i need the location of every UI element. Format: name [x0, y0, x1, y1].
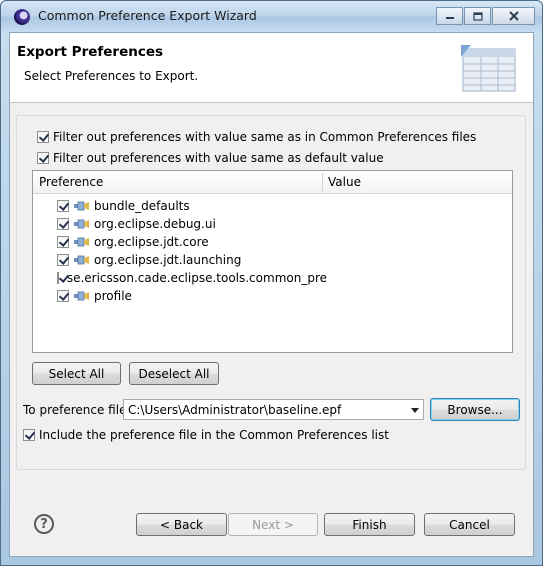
select-all-button[interactable]: Select All [32, 362, 121, 385]
plugin-icon [63, 277, 64, 279]
filter-default-option[interactable]: Filter out preferences with value same a… [37, 151, 384, 165]
cancel-button[interactable]: Cancel [424, 513, 515, 536]
row-checkbox[interactable] [57, 200, 69, 212]
wizard-window: Common Preference Export Wizard Export P… [0, 0, 543, 566]
page-title: Export Preferences [17, 44, 164, 60]
preference-file-value: C:\Users\Administrator\baseline.epf [128, 403, 342, 417]
preference-tree[interactable]: Preference Value bundle_defaults org.ecl… [32, 170, 513, 353]
tree-row[interactable]: profile [57, 287, 132, 305]
row-label: org.eclipse.jdt.core [94, 235, 209, 249]
row-checkbox[interactable] [57, 236, 69, 248]
tree-row[interactable]: se.ericsson.cade.eclipse.tools.common_pr… [57, 269, 327, 287]
table-wizard-icon [461, 45, 516, 92]
row-checkbox[interactable] [57, 272, 60, 284]
row-label: org.eclipse.debug.ui [94, 217, 216, 231]
column-separator[interactable] [322, 173, 323, 192]
plugin-icon [74, 219, 89, 229]
next-button[interactable]: Next > [228, 513, 318, 536]
tree-row[interactable]: org.eclipse.jdt.core [57, 233, 209, 251]
title-bar[interactable]: Common Preference Export Wizard [1, 1, 542, 32]
include-option[interactable]: Include the preference file in the Commo… [23, 428, 389, 442]
tree-row[interactable]: org.eclipse.debug.ui [57, 215, 216, 233]
tree-row[interactable]: bundle_defaults [57, 197, 190, 215]
plugin-icon [74, 237, 89, 247]
row-label: org.eclipse.jdt.launching [94, 253, 242, 267]
close-button[interactable] [492, 7, 535, 25]
include-label: Include the preference file in the Commo… [39, 428, 389, 442]
minimize-icon [445, 17, 454, 19]
tree-row[interactable]: org.eclipse.jdt.launching [57, 251, 241, 269]
filter-common-label: Filter out preferences with value same a… [53, 130, 477, 144]
tree-header: Preference Value [33, 171, 512, 194]
filter-common-checkbox[interactable] [37, 131, 49, 143]
plugin-icon [74, 291, 89, 301]
row-label: profile [94, 289, 132, 303]
column-value[interactable]: Value [328, 175, 361, 189]
maximize-icon [472, 11, 483, 21]
finish-button[interactable]: Finish [324, 513, 415, 536]
page-description: Select Preferences to Export. [24, 69, 199, 83]
preference-file-label: To preference file: [23, 403, 131, 417]
window-title: Common Preference Export Wizard [38, 8, 257, 23]
eclipse-icon [14, 9, 30, 25]
deselect-all-button[interactable]: Deselect All [129, 362, 219, 385]
row-checkbox[interactable] [57, 254, 69, 266]
wizard-client: Export Preferences Select Preferences to… [9, 32, 534, 557]
row-label: se.ericsson.cade.eclipse.tools.common_pr… [66, 271, 327, 285]
filter-common-option[interactable]: Filter out preferences with value same a… [37, 130, 476, 144]
help-icon[interactable]: ? [34, 514, 54, 534]
plugin-icon [74, 255, 89, 265]
browse-button[interactable]: Browse... [430, 398, 520, 421]
row-label: bundle_defaults [94, 199, 190, 213]
wizard-header: Export Preferences Select Preferences to… [10, 33, 533, 103]
row-checkbox[interactable] [57, 290, 69, 302]
filter-default-checkbox[interactable] [37, 152, 49, 164]
filter-default-label: Filter out preferences with value same a… [53, 151, 384, 165]
chevron-down-icon[interactable] [411, 408, 419, 413]
caption-buttons [435, 7, 535, 25]
plugin-icon [74, 201, 89, 211]
include-checkbox[interactable] [23, 429, 35, 441]
row-checkbox[interactable] [57, 218, 69, 230]
column-preference[interactable]: Preference [39, 175, 103, 189]
back-button[interactable]: < Back [136, 513, 227, 536]
close-icon [508, 11, 519, 21]
preference-file-combo[interactable]: C:\Users\Administrator\baseline.epf [123, 399, 424, 420]
maximize-button[interactable] [464, 7, 491, 25]
minimize-button[interactable] [436, 7, 463, 25]
